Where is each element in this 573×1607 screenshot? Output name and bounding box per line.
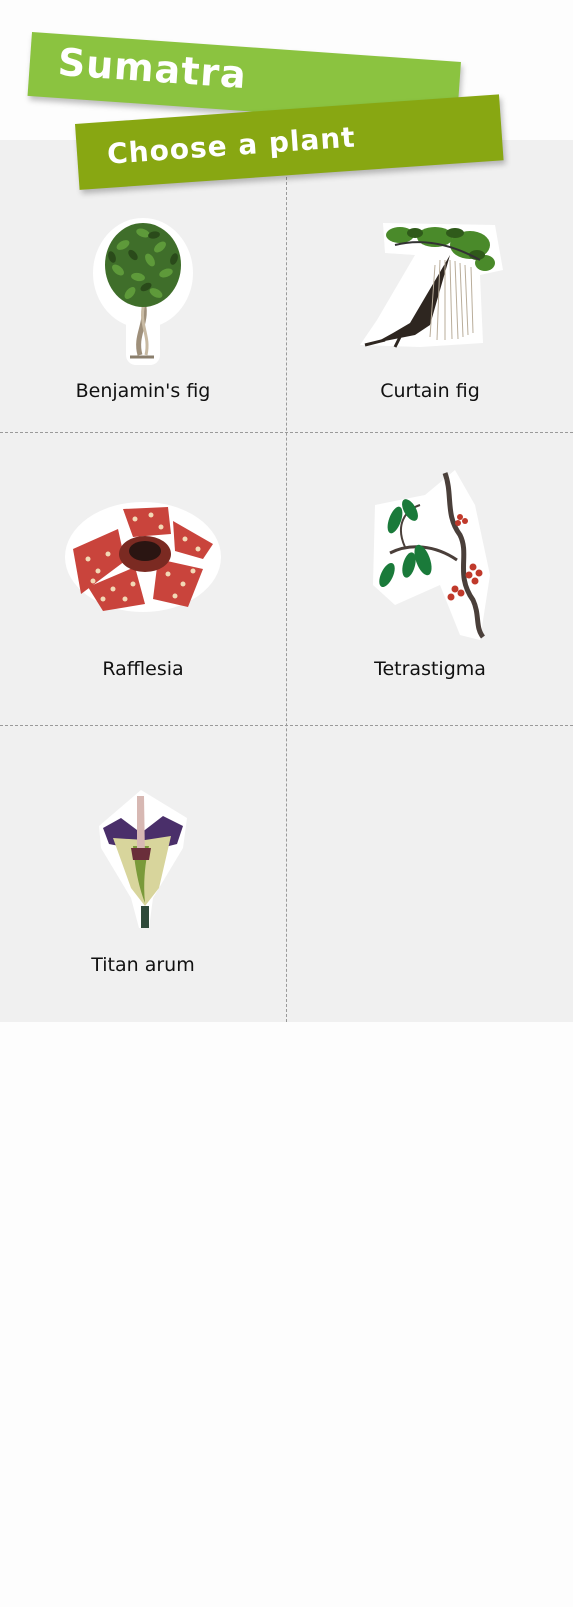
plant-card-tetrastigma[interactable]: Tetrastigma (287, 433, 573, 727)
plant-card-titan-arum[interactable]: Titan arum (0, 726, 286, 1020)
plant-grid: Benjamin's fig Curtain fig Rafflesia Tet… (0, 140, 573, 1022)
plant-label: Benjamin's fig (75, 380, 211, 402)
rafflesia-icon (65, 502, 221, 612)
curtain-fig-icon (360, 223, 503, 348)
tetrastigma-icon (373, 470, 490, 640)
page-subtitle: Choose a plant (106, 120, 357, 171)
plant-label: Titan arum (91, 954, 195, 976)
plant-card-curtain-fig[interactable]: Curtain fig (287, 140, 573, 434)
titan-arum-icon (99, 790, 187, 928)
plant-label: Tetrastigma (374, 658, 486, 680)
plant-label: Curtain fig (380, 380, 480, 402)
benjamins-fig-icon (93, 218, 193, 365)
plant-card-rafflesia[interactable]: Rafflesia (0, 433, 286, 727)
region-title: Sumatra (56, 39, 249, 98)
plant-label: Rafflesia (102, 658, 184, 680)
